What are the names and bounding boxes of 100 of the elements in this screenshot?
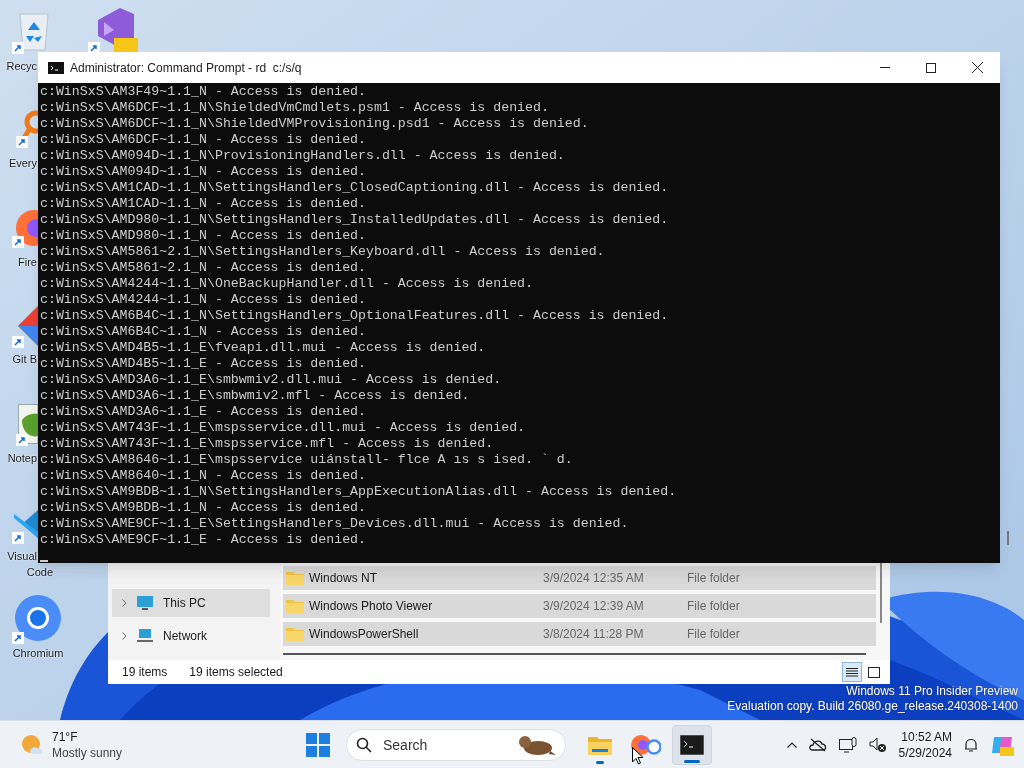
monitor-icon: [838, 736, 857, 753]
vertical-scrollbar[interactable]: [880, 563, 882, 623]
selection-count: 19 items selected: [189, 664, 283, 681]
console-line: c:WinSxS\AM6DCF~1.1_N\ShieldedVMProvisioning.psd1 - Access is denied.: [40, 116, 589, 132]
console-line: c:WinSxS\AM4244~1.1_N - Access is denied.: [40, 292, 366, 308]
file-date: 3/9/2024 12:39 AM: [543, 598, 645, 615]
console-line: c:WinSxS\AMD3A6~1.1_E\smbwmiv2.mfl - Access is denied.: [40, 388, 470, 404]
file-row[interactable]: WindowsPowerShell 3/8/2024 11:28 PM File folder: [283, 622, 876, 646]
file-name: Windows Photo Viewer: [309, 598, 433, 615]
shortcut-arrow-icon: [12, 632, 24, 644]
console-line: c:WinSxS\AM8640~1.1_N - Access is denied.: [40, 468, 366, 484]
clock-date: 5/29/2024: [898, 744, 952, 761]
minimize-icon: [880, 67, 890, 68]
console-line: c:WinSxS\AM6DCF~1.1_N\ShieldedVmCmdlets.psm1 - Access is denied.: [40, 100, 549, 116]
desktop-icon-label[interactable]: Git B: [12, 352, 37, 367]
bell-icon: [964, 736, 978, 753]
close-icon: [971, 62, 983, 73]
console-line: c:WinSxS\AM5861~2.1_N\SettingsHandlers_Keyboard.dll - Access is denied.: [40, 244, 605, 260]
file-row[interactable]: Windows NT 3/9/2024 12:35 AM File folder: [283, 566, 876, 590]
chevron-right-icon: [122, 599, 127, 607]
console-line: c:WinSxS\AM6DCF~1.1_N - Access is denied.: [40, 132, 366, 148]
file-date: 3/9/2024 12:35 AM: [543, 570, 645, 587]
shortcut-arrow-icon: [16, 136, 28, 148]
folder-icon: [286, 571, 304, 585]
monitor-icon: [137, 596, 153, 610]
speaker-muted-icon: [868, 736, 887, 753]
search-icon: [356, 736, 372, 753]
console-line: c:WinSxS\AM6B4C~1.1_N - Access is denied.: [40, 324, 366, 340]
shortcut-arrow-icon: [12, 42, 24, 54]
console-line: c:WinSxS\AM6B4C~1.1_N\SettingsHandlers_OptionalFeatures.dll - Access is denied.: [40, 308, 669, 324]
desktop-icon-label[interactable]: Visual: [7, 549, 37, 564]
network-icon: [137, 629, 153, 643]
details-view-button[interactable]: [842, 662, 862, 682]
nav-item[interactable]: This PC: [112, 589, 270, 617]
horizontal-scrollbar[interactable]: [283, 653, 866, 655]
console-line: c:WinSxS\AMD4B5~1.1_E\fveapi.dll.mui - Access is denied.: [40, 340, 486, 356]
sun-cloud-icon: [20, 733, 44, 756]
nav-item[interactable]: Network: [112, 622, 270, 650]
console-line: c:WinSxS\AM743F~1.1_E\mspsservice.mfl - Access is denied.: [40, 436, 494, 452]
console-line: c:WinSxS\AM743F~1.1_E\mspsservice.dll.mui - Access is denied.: [40, 420, 526, 436]
maximize-icon: [926, 62, 936, 73]
scrollbar-thumb[interactable]: [1007, 531, 1009, 545]
cloud-off-icon: [808, 737, 827, 752]
file-row[interactable]: Windows Photo Viewer 3/9/2024 12:39 AM File folder: [283, 594, 876, 618]
console-line: c:WinSxS\AME9CF~1.1_E\SettingsHandlers_Devices.dll.mui - Access is denied.: [40, 516, 629, 532]
item-count: 19 items: [122, 664, 168, 681]
shortcut-arrow-icon: [12, 532, 24, 544]
clock-time: 10:52 AM: [901, 728, 952, 745]
folder-icon: [286, 599, 304, 613]
terminal-icon: [48, 61, 64, 74]
terminal-icon: [680, 734, 704, 755]
weather-condition: Mostly sunny: [52, 744, 123, 761]
taskbar-app[interactable]: [672, 724, 712, 765]
file-type: File folder: [687, 598, 740, 615]
desktop-icon-label[interactable]: Every: [8, 156, 37, 171]
watermark-text: Windows 11 Pro Insider Preview: [846, 684, 1018, 699]
shortcut-arrow-icon: [12, 236, 24, 248]
watermark-text: Evaluation copy. Build 26080.ge_release.240308-1400: [727, 699, 1018, 714]
file-date: 3/8/2024 11:28 PM: [543, 626, 645, 643]
chevron-up-icon: [786, 741, 797, 748]
desktop-icon-label[interactable]: Fire: [18, 255, 37, 270]
window-title: Administrator: Command Prompt - rd c:/s/q: [70, 59, 302, 77]
console-line: c:WinSxS\AMD980~1.1_N\SettingsHandlers_InstalledUpdates.dll - Access is denied.: [40, 212, 669, 228]
console-line: c:WinSxS\AME9CF~1.1_E - Access is denied.: [40, 532, 366, 548]
windows-logo-icon: [306, 732, 330, 757]
console-line: c:WinSxS\AM5861~2.1_N - Access is denied.: [40, 260, 366, 276]
console-line: c:WinSxS\AM4244~1.1_N\OneBackupHandler.dll - Access is denied.: [40, 276, 533, 292]
browser-icons: [631, 733, 661, 756]
mouse-pointer-icon: [632, 747, 644, 765]
console-line: c:WinSxS\AM9BDB~1.1_N - Access is denied.: [40, 500, 366, 516]
console-line: c:WinSxS\AM3F49~1.1_N - Access is denied.: [40, 84, 366, 100]
desktop-icon-label[interactable]: Recyc: [6, 59, 37, 74]
chromium-icon: [14, 594, 62, 642]
file-name: WindowsPowerShell: [309, 626, 419, 643]
running-indicator: [596, 760, 604, 764]
folder-icon: [286, 627, 304, 641]
file-type: File folder: [687, 626, 740, 643]
console-line: c:WinSxS\AM1CAD~1.1_N\SettingsHandlers_ClosedCaptioning.dll - Access is denied.: [40, 180, 669, 196]
chevron-right-icon: [122, 632, 127, 640]
console-line: c:WinSxS\AM094D~1.1_N\ProvisioningHandlers.dll - Access is denied.: [40, 148, 565, 164]
list-icon: [846, 667, 858, 677]
shortcut-arrow-icon: [16, 434, 28, 446]
console-line: c:WinSxS\AM8646~1.1_E\mspsservice uiánstall- flce A ıs s ised. ` d.: [40, 452, 573, 468]
folder-icon: [588, 734, 612, 755]
shortcut-arrow-icon: [12, 336, 24, 348]
console-line: c:WinSxS\AMD3A6~1.1_E - Access is denied.: [40, 404, 366, 420]
temperature: 71°F: [52, 728, 79, 745]
console-line: c:WinSxS\AMD3A6~1.1_E\smbwmiv2.dll.mui - Access is denied.: [40, 372, 502, 388]
console-line: c:WinSxS\AM9BDB~1.1_N\SettingsHandlers_AppExecutionAlias.dll - Access is denied.: [40, 484, 677, 500]
running-indicator: [684, 759, 700, 763]
desktop-icon-label[interactable]: Code: [26, 565, 53, 580]
file-name: Windows NT: [309, 570, 377, 587]
console-line: c:WinSxS\AM1CAD~1.1_N - Access is denied.: [40, 196, 366, 212]
console-line: c:WinSxS\AMD4B5~1.1_E - Access is denied.: [40, 356, 366, 372]
console-line: c:WinSxS\AM094D~1.1_N - Access is denied.: [40, 164, 366, 180]
search-field[interactable]: Search: [346, 728, 566, 761]
file-type: File folder: [687, 570, 740, 587]
desktop-icon-label[interactable]: Chromium: [12, 646, 64, 661]
desktop-icon-label[interactable]: Notep: [7, 451, 37, 466]
console-line: c:WinSxS\AMD980~1.1_N - Access is denied.: [40, 228, 366, 244]
